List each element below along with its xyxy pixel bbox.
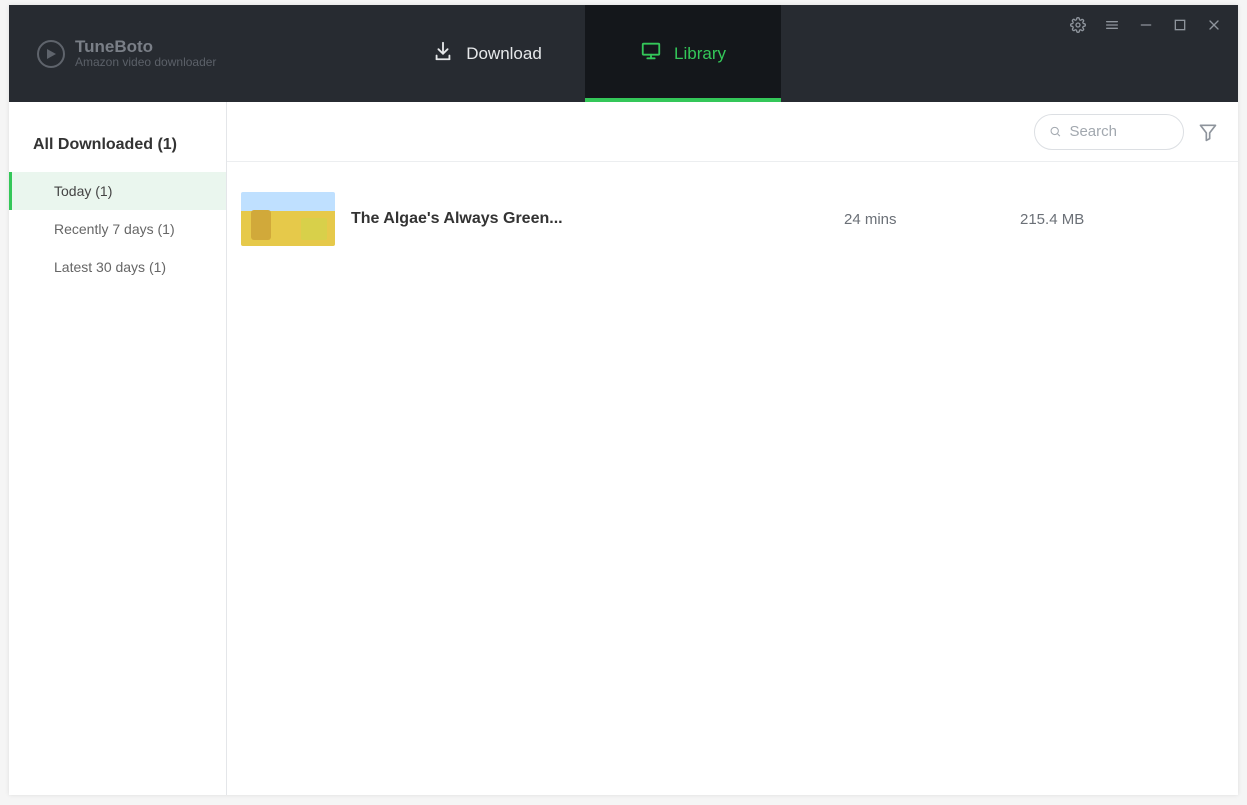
gear-icon (1070, 17, 1086, 33)
menu-button[interactable] (1102, 15, 1122, 35)
app-window: TuneBoto Amazon video downloader Downloa… (9, 5, 1238, 795)
settings-button[interactable] (1068, 15, 1088, 35)
download-icon (432, 40, 454, 67)
library-row[interactable]: The Algae's Always Green... 24 mins 215.… (241, 186, 1220, 252)
brand-text: TuneBoto Amazon video downloader (75, 37, 216, 70)
close-button[interactable] (1204, 15, 1224, 35)
app-body: All Downloaded (1) Today (1) Recently 7 … (9, 102, 1238, 795)
search-box[interactable] (1034, 114, 1184, 150)
brand-name: TuneBoto (75, 37, 216, 57)
sidebar-item-label: Latest 30 days (1) (54, 259, 166, 275)
toolbar (227, 102, 1238, 162)
sidebar-item-label: Recently 7 days (1) (54, 221, 175, 237)
brand-logo-icon (37, 40, 65, 68)
tab-download[interactable]: Download (389, 5, 585, 102)
video-thumbnail (241, 192, 335, 246)
main-panel: The Algae's Always Green... 24 mins 215.… (227, 102, 1238, 795)
filter-icon (1198, 122, 1218, 142)
filter-button[interactable] (1196, 120, 1220, 144)
minimize-button[interactable] (1136, 15, 1156, 35)
main-nav: Download Library (389, 5, 781, 102)
video-title: The Algae's Always Green... (351, 210, 828, 228)
window-controls (1068, 15, 1224, 35)
sidebar-item-latest-30[interactable]: Latest 30 days (1) (9, 248, 226, 286)
brand-subtitle: Amazon video downloader (75, 56, 216, 70)
sidebar-item-today[interactable]: Today (1) (9, 172, 226, 210)
title-bar: TuneBoto Amazon video downloader Downloa… (9, 5, 1238, 102)
brand-block: TuneBoto Amazon video downloader (9, 5, 389, 102)
minimize-icon (1138, 17, 1154, 33)
tab-library[interactable]: Library (585, 5, 781, 102)
tab-library-label: Library (674, 44, 726, 64)
maximize-button[interactable] (1170, 15, 1190, 35)
menu-icon (1104, 17, 1120, 33)
search-icon (1049, 124, 1061, 139)
sidebar-item-recent-7[interactable]: Recently 7 days (1) (9, 210, 226, 248)
close-icon (1206, 17, 1222, 33)
monitor-icon (640, 40, 662, 67)
sidebar-item-label: Today (1) (54, 183, 112, 199)
video-duration: 24 mins (844, 211, 1004, 228)
sidebar-header: All Downloaded (1) (9, 120, 226, 172)
maximize-icon (1172, 17, 1188, 33)
tab-download-label: Download (466, 44, 542, 64)
sidebar: All Downloaded (1) Today (1) Recently 7 … (9, 102, 227, 795)
search-input[interactable] (1069, 123, 1169, 140)
video-size: 215.4 MB (1020, 211, 1220, 228)
library-list: The Algae's Always Green... 24 mins 215.… (227, 162, 1238, 252)
